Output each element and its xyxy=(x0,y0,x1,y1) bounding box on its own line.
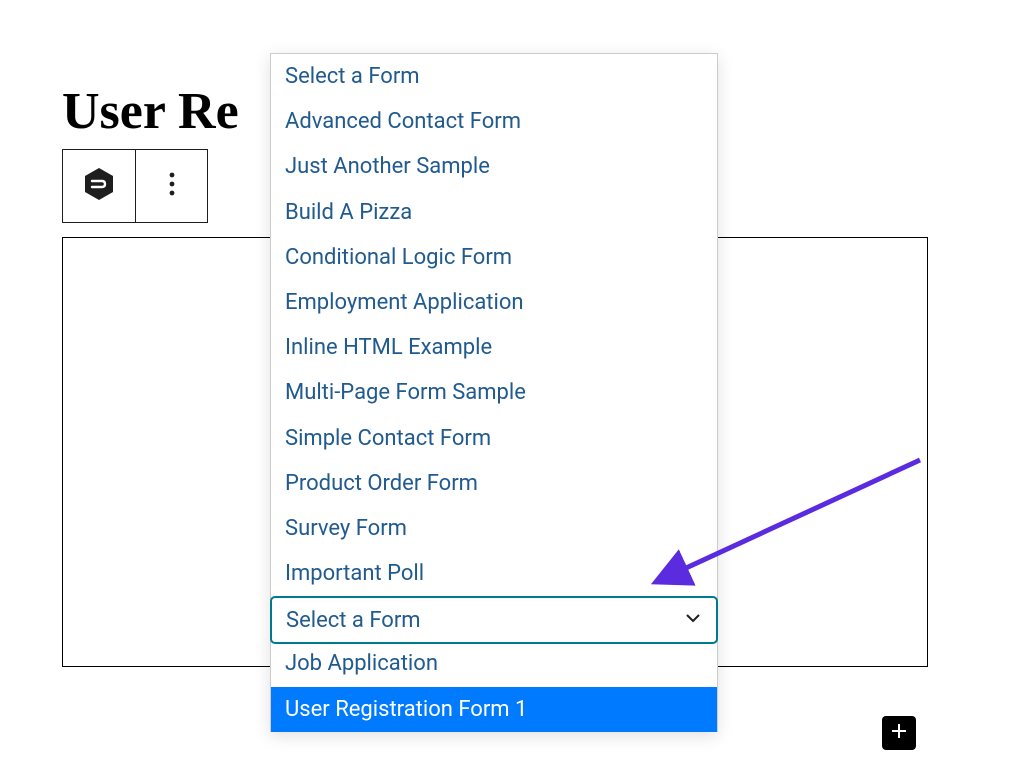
page-title: User Re xyxy=(62,82,239,141)
form-option[interactable]: Inline HTML Example xyxy=(271,325,717,370)
block-toolbar xyxy=(62,149,208,223)
form-option[interactable]: Build A Pizza xyxy=(271,190,717,235)
block-more-options-button[interactable] xyxy=(135,150,207,222)
gravity-hex-icon xyxy=(81,166,117,206)
form-option[interactable]: Employment Application xyxy=(271,280,717,325)
add-block-button[interactable] xyxy=(882,716,916,750)
plus-icon xyxy=(890,721,908,746)
form-option[interactable]: Conditional Logic Form xyxy=(271,235,717,280)
form-option[interactable]: Simple Contact Form xyxy=(271,416,717,461)
form-select-label: Select a Form xyxy=(286,608,421,633)
form-option[interactable]: Select a Form xyxy=(271,54,717,99)
form-option[interactable]: Survey Form xyxy=(271,506,717,551)
form-select[interactable]: Select a Form xyxy=(270,596,718,644)
more-vertical-icon xyxy=(169,172,175,200)
form-option[interactable]: Important Poll xyxy=(271,551,717,596)
form-option[interactable]: Product Order Form xyxy=(271,461,717,506)
block-type-button[interactable] xyxy=(63,150,135,222)
chevron-down-icon xyxy=(684,609,702,631)
form-option[interactable]: Just Another Sample xyxy=(271,144,717,189)
form-option[interactable]: Multi-Page Form Sample xyxy=(271,370,717,415)
form-option[interactable]: Job Application xyxy=(271,641,717,686)
form-option[interactable]: User Registration Form 1 xyxy=(271,687,717,732)
form-option[interactable]: Advanced Contact Form xyxy=(271,99,717,144)
